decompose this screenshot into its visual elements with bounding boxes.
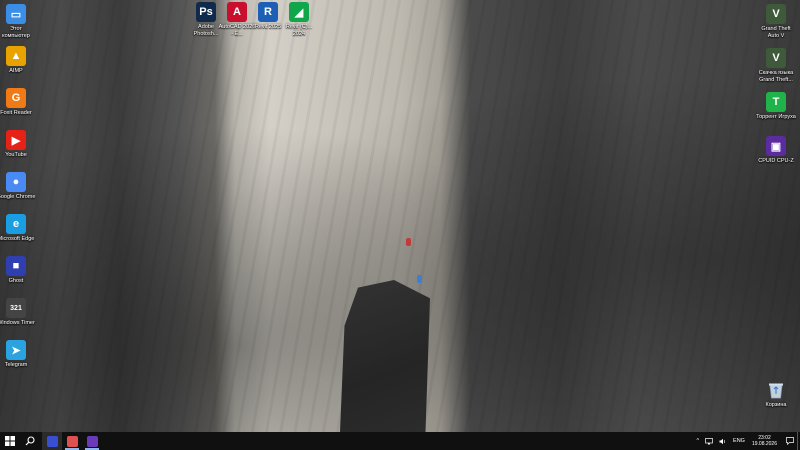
- desktop-icon-edge[interactable]: e Microsoft Edge: [0, 214, 36, 243]
- telegram-icon: ➤: [6, 340, 26, 360]
- desktop-icon-label: Foxit Reader: [0, 110, 32, 116]
- desktop-icon-label: YouTube: [5, 152, 27, 158]
- desktop-icon-youtube[interactable]: ▶ YouTube: [0, 130, 36, 159]
- desktop-icon-torrent[interactable]: T Торрент Игруха: [756, 92, 796, 121]
- desktop-icon-label: Microsoft Edge: [0, 236, 35, 242]
- desktop-icon-green-app[interactable]: ◢ Revit (C)... 2024: [279, 2, 319, 37]
- foxit-reader-icon: G: [6, 88, 26, 108]
- youtube-icon: ▶: [6, 130, 26, 150]
- desktop-icon-aimp[interactable]: ▲ AIMP: [0, 46, 36, 75]
- desktop-icon-label: Ghost: [8, 278, 24, 284]
- start-button[interactable]: [0, 432, 20, 450]
- wallpaper-climber-red: [406, 238, 411, 246]
- system-tray: ^ ENG 23:02 19.08.2026: [693, 432, 800, 450]
- clock-date: 19.08.2026: [751, 441, 777, 447]
- floppy-icon: ■: [6, 256, 26, 276]
- gta-lang-icon: V: [766, 48, 786, 68]
- taskbar-clock[interactable]: 23:02 19.08.2026: [752, 435, 777, 448]
- counter-icon: 321: [6, 298, 26, 318]
- wallpaper-climber-blue: [417, 275, 422, 283]
- notifications-icon[interactable]: [786, 437, 794, 445]
- desktop-icon-telegram[interactable]: ➤ Telegram: [0, 340, 36, 369]
- desktop-icon-recycle-bin[interactable]: Корзина: [756, 380, 796, 409]
- search-button[interactable]: [20, 432, 40, 450]
- desktop-icon-chrome[interactable]: ● Google Chrome: [0, 172, 36, 201]
- desktop-icon-label: Скачка языка Grand Theft...: [758, 70, 794, 83]
- network-icon[interactable]: [705, 437, 713, 445]
- desktop-icon-label: Этот компьютер: [2, 26, 30, 39]
- tray-chevron-icon[interactable]: ^: [696, 438, 699, 444]
- desktop-icon-label: Торрент Игруха: [756, 114, 796, 120]
- desktop-background: Корзина ▭ Этот компьютер ▲ AIMP G Foxit Reade…: [0, 0, 800, 432]
- language-indicator[interactable]: ENG: [733, 438, 745, 444]
- autocad-icon: A: [227, 2, 247, 22]
- desktop-icon-label: CPUID CPU-Z: [758, 158, 794, 164]
- windows-start-icon: [5, 436, 15, 446]
- photoshop-icon: Ps: [196, 2, 216, 22]
- wallpaper-rock: [340, 280, 430, 432]
- desktop-icon-foxit-reader[interactable]: G Foxit Reader: [0, 88, 36, 117]
- computer-icon: ▭: [6, 4, 26, 24]
- desktop-icon-cpuz[interactable]: ▣ CPUID CPU-Z: [756, 136, 796, 165]
- taskbar-app-1[interactable]: [62, 432, 82, 450]
- chrome-icon: ●: [6, 172, 26, 192]
- cpuz-taskbar-icon: [86, 435, 98, 447]
- taskbar-app-0[interactable]: [42, 432, 62, 450]
- desktop-icon-gta[interactable]: V Grand Theft Auto V: [756, 4, 796, 39]
- floppy-taskbar-icon: [46, 435, 58, 447]
- desktop-icon-label: AIMP: [9, 68, 23, 74]
- desktop-icon-label: Telegram: [4, 362, 28, 368]
- desktop-icon-gta-lang[interactable]: V Скачка языка Grand Theft...: [756, 48, 796, 83]
- desktop-icon-counter[interactable]: 321 Windows Timer: [0, 298, 36, 327]
- desktop-icon-label: Grand Theft Auto V: [761, 26, 791, 39]
- cpuz-icon: ▣: [766, 136, 786, 156]
- green-app-icon: ◢: [289, 2, 309, 22]
- torrent-icon: T: [766, 92, 786, 112]
- taskbar-pinned-apps: [42, 432, 102, 450]
- desktop-icon-floppy[interactable]: ■ Ghost: [0, 256, 36, 285]
- red-app-taskbar-icon: [66, 435, 78, 447]
- edge-icon: e: [6, 214, 26, 234]
- desktop-icon-label: Windows Timer: [0, 320, 35, 326]
- taskbar: ^ ENG 23:02 19.08.2026: [0, 432, 800, 450]
- volume-icon[interactable]: [719, 438, 727, 445]
- recycle-bin-icon: [766, 380, 786, 400]
- revit-icon: R: [258, 2, 278, 22]
- desktop-icon-computer[interactable]: ▭ Этот компьютер: [0, 4, 36, 39]
- desktop-icon-label: Revit (C)... 2024: [285, 24, 313, 37]
- aimp-icon: ▲: [6, 46, 26, 66]
- taskbar-app-2[interactable]: [82, 432, 102, 450]
- gta-icon: V: [766, 4, 786, 24]
- desktop-icon-label: Корзина: [765, 402, 787, 408]
- search-icon: [25, 436, 35, 446]
- desktop-icon-label: Google Chrome: [0, 194, 36, 200]
